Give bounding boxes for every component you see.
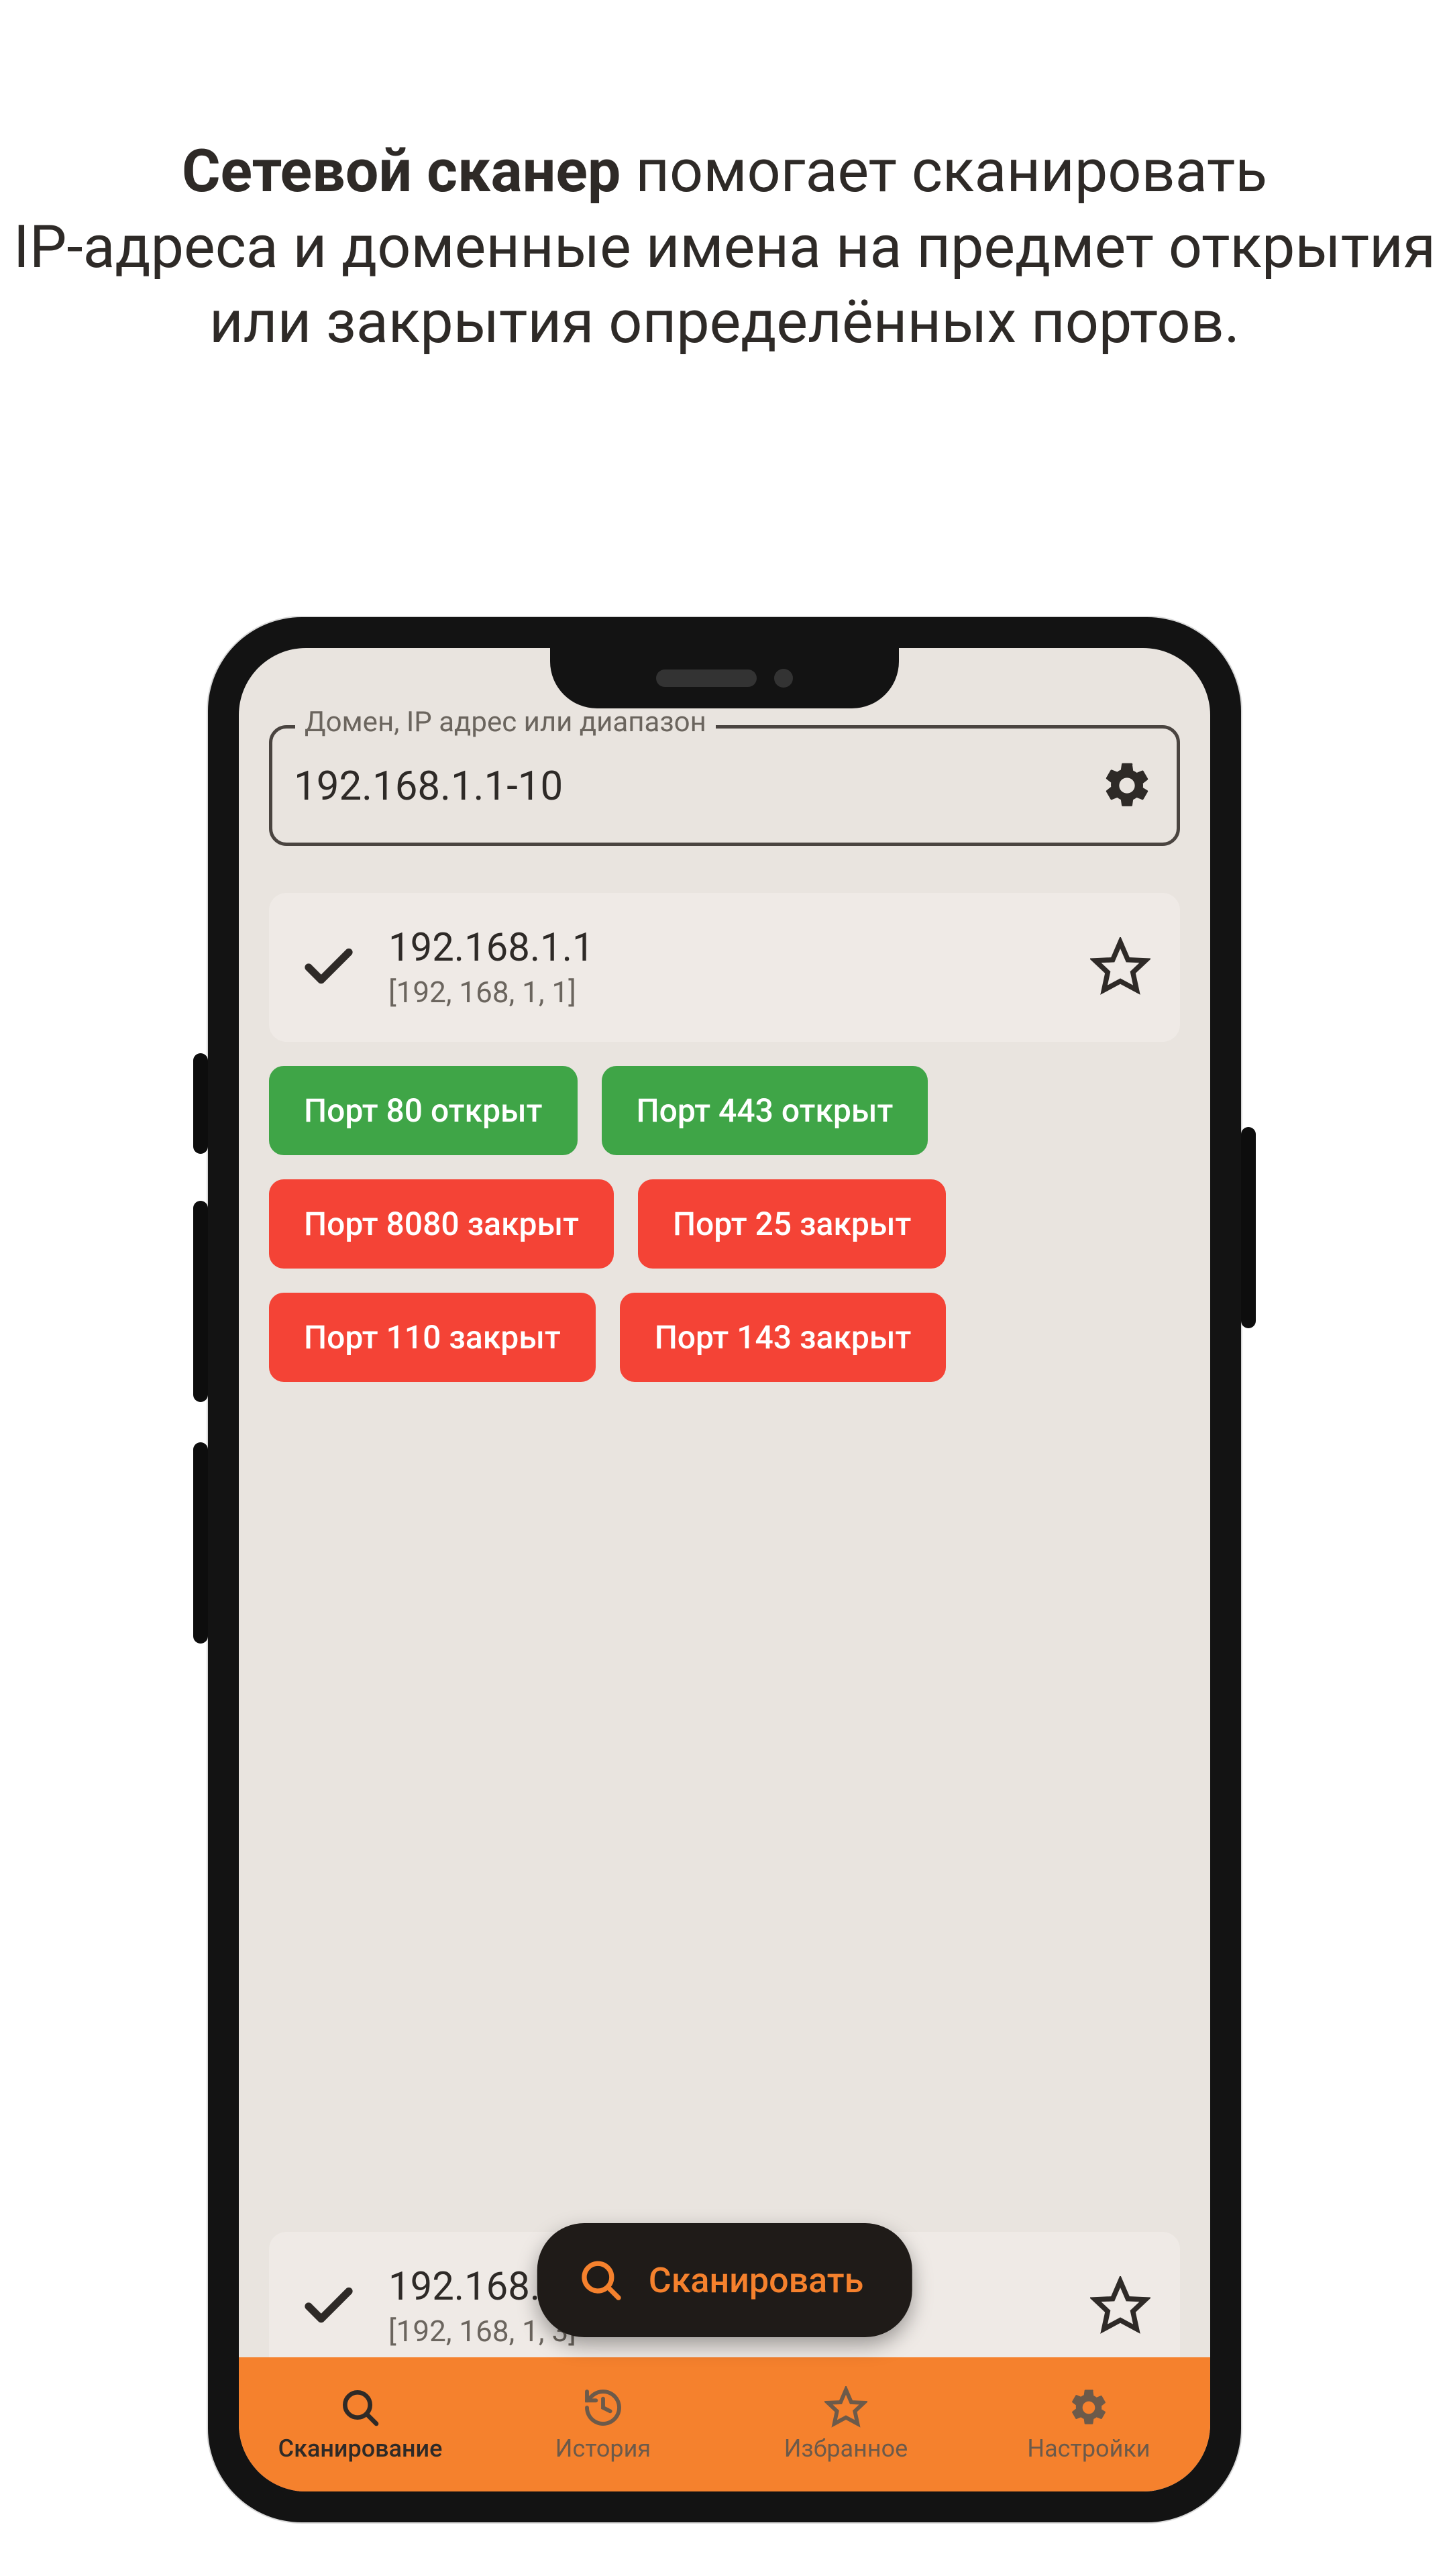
scan-fab[interactable]: Сканировать <box>537 2223 912 2337</box>
scan-target-input[interactable]: 192.168.1.1-10 <box>294 762 1099 810</box>
port-chip[interactable]: Порт 8080 закрыт <box>269 1179 614 1269</box>
star-outline-icon <box>1090 937 1150 998</box>
result-ip: 192.168.1.1 <box>388 925 1061 971</box>
nav-label: Сканирование <box>278 2434 443 2463</box>
nav-favorites[interactable]: Избранное <box>724 2357 967 2491</box>
history-icon <box>582 2386 625 2429</box>
headline-line2: IP-адреса и доменные имена на предмет от… <box>13 213 1436 282</box>
headline-line3: или закрытия определённых портов. <box>209 288 1240 357</box>
phone-side-button <box>193 1201 208 1402</box>
nav-label: Настройки <box>1027 2434 1150 2463</box>
port-row: Порт 110 закрыт Порт 143 закрыт <box>269 1293 1180 1382</box>
phone-camera <box>774 669 793 688</box>
port-chip[interactable]: Порт 143 закрыт <box>620 1293 947 1382</box>
port-chip[interactable]: Порт 110 закрыт <box>269 1293 596 1382</box>
scan-fab-label: Сканировать <box>649 2260 864 2301</box>
port-chip[interactable]: Порт 443 открыт <box>602 1066 928 1155</box>
favorite-toggle[interactable] <box>1090 2276 1150 2337</box>
port-chip[interactable]: Порт 80 открыт <box>269 1066 578 1155</box>
app-root: Домен, IP адрес или диапазон 192.168.1.1… <box>239 648 1210 2491</box>
favorite-toggle[interactable] <box>1090 937 1150 998</box>
nav-label: История <box>555 2434 651 2463</box>
scan-target-input-wrap[interactable]: Домен, IP адрес или диапазон 192.168.1.1… <box>269 725 1180 846</box>
gear-icon <box>1100 759 1154 812</box>
nav-scan[interactable]: Сканирование <box>239 2357 482 2491</box>
phone-screen: Домен, IP адрес или диапазон 192.168.1.1… <box>239 648 1210 2491</box>
search-icon <box>578 2257 625 2304</box>
star-outline-icon <box>1090 2276 1150 2337</box>
bottom-nav: Сканирование История Избранное Настройки <box>239 2357 1210 2491</box>
port-row: Порт 80 открыт Порт 443 открыт <box>269 1066 1180 1155</box>
phone-speaker <box>656 669 757 687</box>
result-card[interactable]: 192.168.1.1 [192, 168, 1, 1] <box>269 893 1180 1042</box>
phone-frame: Домен, IP адрес или диапазон 192.168.1.1… <box>208 617 1241 2522</box>
phone-notch <box>550 648 899 708</box>
phone-side-button <box>193 1442 208 1644</box>
nav-history[interactable]: История <box>482 2357 724 2491</box>
headline-bold: Сетевой сканер <box>182 137 621 206</box>
port-row: Порт 8080 закрыт Порт 25 закрыт <box>269 1179 1180 1269</box>
spacer <box>269 1382 1180 2205</box>
headline-rest1: помогает сканировать <box>621 137 1267 206</box>
nav-label: Избранное <box>784 2434 908 2463</box>
gear-icon <box>1067 2386 1110 2429</box>
phone-side-button <box>193 1053 208 1154</box>
star-icon <box>824 2386 867 2429</box>
nav-settings[interactable]: Настройки <box>967 2357 1210 2491</box>
marketing-headline: Сетевой сканер помогает сканировать IP-а… <box>0 134 1449 361</box>
result-ip-array: [192, 168, 1, 1] <box>388 975 1061 1010</box>
result-text: 192.168.1.1 [192, 168, 1, 1] <box>388 925 1061 1010</box>
phone-side-button <box>1241 1127 1256 1328</box>
check-icon <box>299 2276 359 2337</box>
search-icon <box>339 2386 382 2429</box>
port-chip[interactable]: Порт 25 закрыт <box>638 1179 946 1269</box>
scan-settings-button[interactable] <box>1099 757 1155 814</box>
check-icon <box>299 937 359 998</box>
scan-target-legend: Домен, IP адрес или диапазон <box>295 706 716 739</box>
